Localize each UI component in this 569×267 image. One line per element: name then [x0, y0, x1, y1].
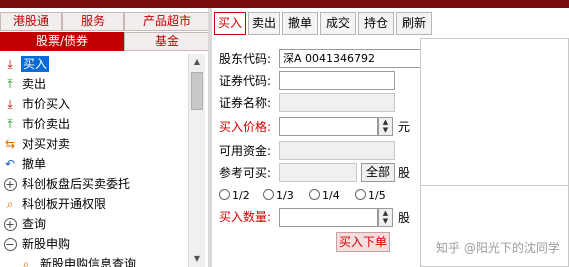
quantity-spinner[interactable]: ▲ ▼ — [378, 208, 393, 227]
search-icon: ⌕ — [6, 197, 14, 211]
fraction-options: 1/2 1/3 1/4 1/5 — [219, 188, 419, 204]
quantity-unit: 股 — [398, 211, 411, 225]
radio-label: 1/3 — [276, 189, 294, 202]
menu-item-label: 科创板开通权限 — [22, 197, 107, 211]
sell-icon: ⤒ — [7, 77, 13, 91]
menu-item-sell[interactable]: ⤒ 卖出 — [0, 74, 188, 94]
deals-button[interactable]: 成交 — [320, 12, 356, 35]
menu-item-label: 新股申购信息查询 — [40, 257, 137, 267]
swap-icon: ⇆ — [4, 137, 16, 151]
tab-stocks-bonds[interactable]: 股票/债券 — [0, 32, 124, 51]
scroll-thumb[interactable] — [191, 72, 203, 110]
minus-circle-icon: − — [3, 238, 17, 251]
radio-fifth[interactable]: 1/5 — [355, 188, 386, 204]
radio-circle-icon — [309, 189, 320, 200]
refresh-button[interactable]: 刷新 — [396, 12, 432, 35]
radio-label: 1/4 — [322, 189, 340, 202]
menu-item-market-sell[interactable]: ⤒ 市价卖出 — [0, 114, 188, 134]
radio-circle-icon — [263, 189, 274, 200]
plus-circle-icon: + — [3, 218, 17, 231]
cancel-order-button[interactable]: 撤单 — [282, 12, 318, 35]
tab-product-market[interactable]: 产品超市 — [124, 12, 210, 31]
tab-fund[interactable]: 基金 — [124, 32, 210, 51]
divider — [421, 185, 568, 186]
cancel-order-icon: ↶ — [4, 157, 16, 171]
market-buy-icon: ⤓ — [7, 97, 13, 111]
security-code-input[interactable] — [279, 71, 395, 90]
trade-panel: 买入 卖出 撤单 成交 持仓 刷新 股东代码: 深A 0041346792 ▼ … — [212, 8, 569, 267]
category-tabs: 港股通 服务 产品超市 股票/债券 基金 — [0, 12, 210, 52]
radio-circle-icon — [219, 189, 230, 200]
search-icon: ⌕ — [22, 257, 30, 267]
reference-buyable-field — [279, 163, 357, 182]
price-spinner[interactable]: ▲ ▼ — [378, 117, 393, 136]
radio-label: 1/2 — [232, 189, 250, 202]
radio-label: 1/5 — [368, 189, 386, 202]
market-sell-icon: ⤒ — [7, 117, 13, 131]
radio-quarter[interactable]: 1/4 — [309, 188, 340, 204]
radio-half[interactable]: 1/2 — [219, 188, 250, 204]
trade-toolbar: 买入 卖出 撤单 成交 持仓 刷新 — [212, 12, 569, 36]
quote-info-panel: 知乎 @阳光下的沈同学 — [420, 38, 569, 267]
menu-item-label: 查询 — [22, 217, 47, 231]
menu-item-query[interactable]: + 查询 — [0, 214, 188, 234]
menu-item-label: 市价卖出 — [22, 117, 71, 131]
top-menu-strip — [0, 0, 569, 8]
menu-item-label: 新股申购 — [22, 237, 71, 251]
share-unit: 股 — [398, 166, 411, 180]
tab-service[interactable]: 服务 — [62, 12, 124, 31]
menu-item-label: 对买对卖 — [22, 137, 71, 151]
menu-item-cancel-order[interactable]: ↶ 撤单 — [0, 154, 188, 174]
security-name-label: 证券名称: — [219, 96, 272, 110]
spin-up-icon[interactable]: ▲ — [379, 118, 392, 126]
function-tree-panel: 港股通 服务 产品超市 股票/债券 基金 ⤓ 买入 ⤒ 卖出 ⤓ 市价买入 ⤒ … — [0, 8, 210, 267]
menu-item-market-buy[interactable]: ⤓ 市价买入 — [0, 94, 188, 114]
menu-item-label: 市价买入 — [22, 97, 71, 111]
menu-item-label: 撤单 — [22, 157, 47, 171]
menu-item-ipo-subscription[interactable]: − 新股申购 — [0, 234, 188, 254]
spin-up-icon[interactable]: ▲ — [379, 209, 392, 217]
security-name-field — [279, 93, 395, 112]
shareholder-code-label: 股东代码: — [219, 52, 272, 66]
shareholder-code-value: 深A 0041346792 — [283, 52, 376, 65]
buy-button[interactable]: 买入 — [214, 12, 246, 35]
available-funds-label: 可用资金: — [219, 144, 272, 158]
spin-down-icon[interactable]: ▼ — [379, 126, 392, 134]
security-code-label: 证券代码: — [219, 74, 272, 88]
menu-item-ipo-info-query[interactable]: ⌕ 新股申购信息查询 — [0, 254, 188, 267]
tab-hk-connect[interactable]: 港股通 — [0, 12, 62, 31]
scroll-up-arrow-icon[interactable]: ▲ — [189, 54, 205, 70]
buy-price-input[interactable] — [279, 117, 378, 136]
menu-item-star-market-after-hours[interactable]: + 科创板盘后买卖委托 — [0, 174, 188, 194]
positions-button[interactable]: 持仓 — [358, 12, 394, 35]
menu-item-swap-trade[interactable]: ⇆ 对买对卖 — [0, 134, 188, 154]
available-funds-field — [279, 141, 395, 160]
submit-buy-order-button[interactable]: 买入下单 — [336, 232, 390, 252]
reference-buyable-label: 参考可买: — [219, 166, 272, 180]
buy-price-label: 买入价格: — [219, 120, 272, 134]
menu-item-star-market-permission[interactable]: ⌕ 科创板开通权限 — [0, 194, 188, 214]
menu-item-label: 买入 — [21, 56, 50, 72]
menu-scrollbar[interactable]: ▲ ▼ — [188, 54, 205, 267]
buy-order-form: 股东代码: 深A 0041346792 ▼ 证券代码: 证券名称: 买入价格: … — [212, 38, 462, 267]
sell-button[interactable]: 卖出 — [248, 12, 280, 35]
menu-item-buy[interactable]: ⤓ 买入 — [0, 54, 188, 74]
menu-item-label: 卖出 — [22, 77, 47, 91]
spin-down-icon[interactable]: ▼ — [379, 217, 392, 225]
buy-quantity-input[interactable] — [279, 208, 378, 227]
radio-third[interactable]: 1/3 — [263, 188, 294, 204]
scroll-down-arrow-icon[interactable]: ▼ — [189, 251, 205, 267]
buy-icon: ⤓ — [7, 57, 13, 71]
buy-quantity-label: 买入数量: — [219, 210, 272, 224]
radio-circle-icon — [355, 189, 366, 200]
watermark: 知乎 @阳光下的沈同学 — [436, 241, 560, 255]
all-button[interactable]: 全部 — [361, 163, 395, 182]
menu-item-label: 科创板盘后买卖委托 — [22, 177, 131, 191]
plus-circle-icon: + — [3, 178, 17, 191]
price-unit: 元 — [398, 120, 411, 134]
function-menu-list: ⤓ 买入 ⤒ 卖出 ⤓ 市价买入 ⤒ 市价卖出 ⇆ 对买对卖 ↶ 撤单 + 科创… — [0, 54, 188, 267]
